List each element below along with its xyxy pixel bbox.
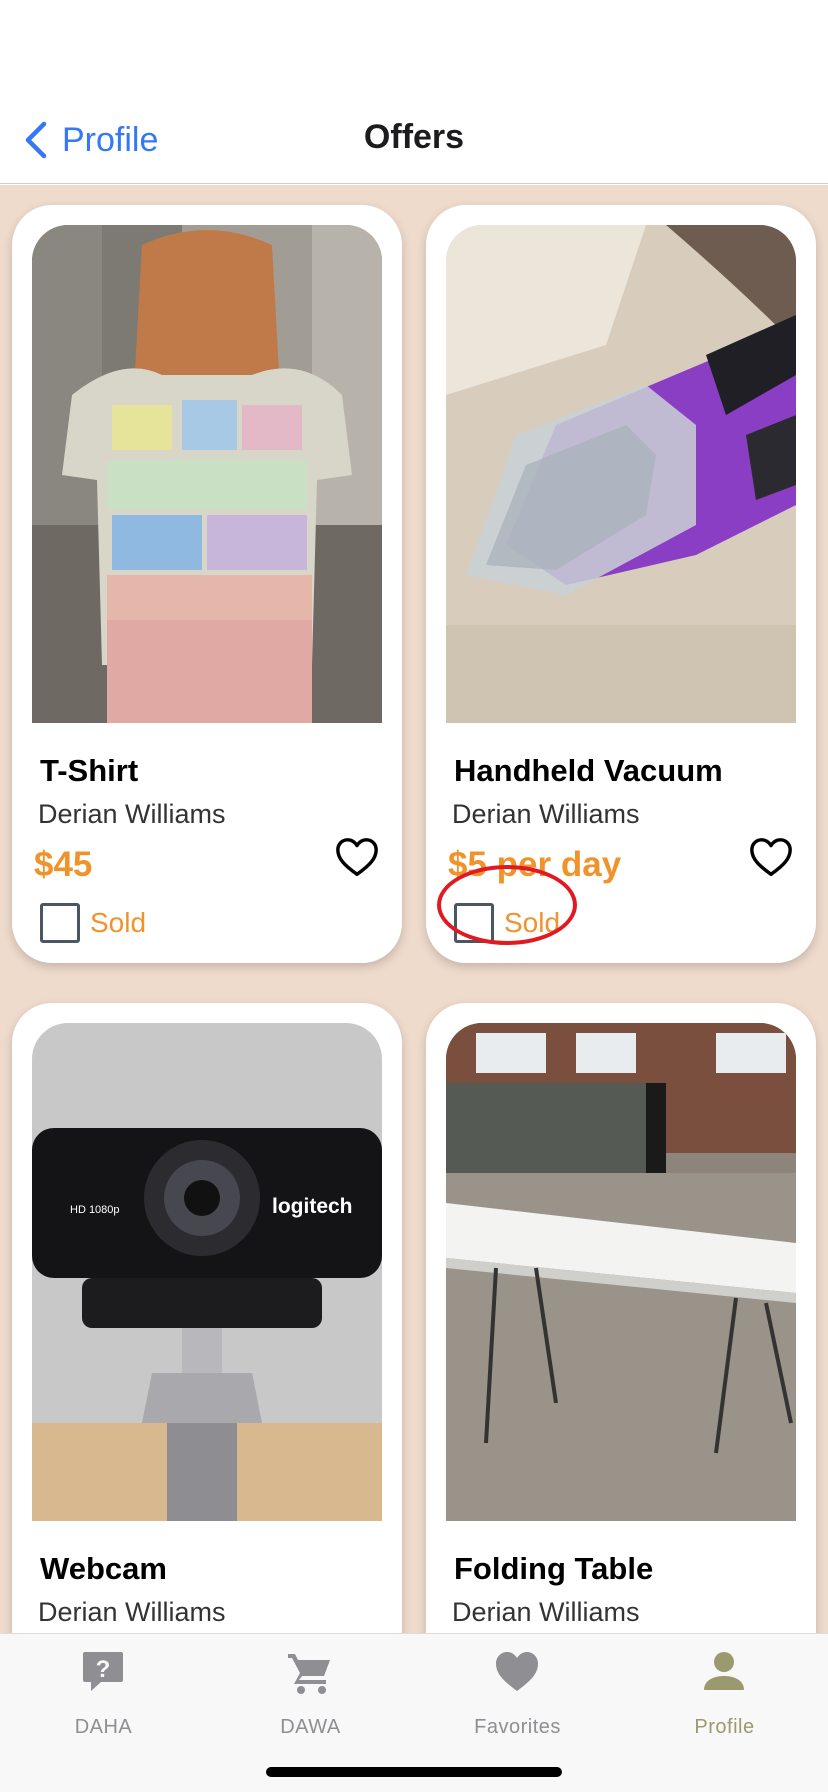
offer-photo-tshirt — [32, 225, 382, 723]
sold-checkbox[interactable] — [40, 903, 80, 943]
sold-toggle[interactable]: Sold — [40, 903, 146, 943]
webcam-brand-print: logitech — [272, 1195, 353, 1218]
offer-card-folding-table[interactable]: Folding Table Derian Williams — [426, 1003, 816, 1633]
offer-name: T-Shirt — [40, 753, 139, 788]
person-icon — [704, 1652, 744, 1690]
tab-favorites[interactable]: Favorites — [414, 1634, 621, 1754]
offer-seller: Derian Williams — [452, 1597, 640, 1627]
tab-dawa[interactable]: DAWA — [207, 1634, 414, 1754]
cart-icon — [288, 1654, 330, 1694]
sold-toggle[interactable]: Sold — [454, 903, 560, 943]
offer-name: Handheld Vacuum — [454, 753, 723, 788]
page-title: Offers — [363, 118, 465, 156]
offer-card-handheld-vacuum[interactable]: Handheld Vacuum Derian Williams $5 per d… — [426, 205, 816, 963]
offer-price: $45 — [34, 845, 93, 884]
tab-label: Profile — [694, 1716, 755, 1738]
offer-name: Folding Table — [454, 1551, 654, 1586]
heart-outline-icon[interactable] — [748, 835, 794, 881]
offer-card-tshirt[interactable]: T-Shirt Derian Williams $45 Sold — [12, 205, 402, 963]
home-indicator — [266, 1767, 562, 1777]
sold-label: Sold — [504, 907, 561, 938]
offer-photo-folding-table — [446, 1023, 796, 1521]
question-bubble-icon: ? — [83, 1652, 123, 1691]
webcam-resolution-print: HD 1080p — [70, 1204, 120, 1216]
svg-text:?: ? — [96, 1656, 111, 1683]
nav-bar: Profile Offers — [0, 0, 828, 184]
offers-grid[interactable]: T-Shirt Derian Williams $45 Sold Handhel… — [0, 185, 828, 1633]
offer-photo-webcam: HD 1080p logitech — [32, 1023, 382, 1521]
offer-seller: Derian Williams — [38, 799, 226, 829]
tab-daha[interactable]: ? DAHA — [0, 1634, 207, 1754]
offer-seller: Derian Williams — [38, 1597, 226, 1627]
heart-icon — [496, 1652, 538, 1691]
offer-name: Webcam — [40, 1551, 167, 1586]
tab-label: DAWA — [280, 1716, 341, 1738]
offer-card-webcam[interactable]: HD 1080p logitech Webcam Derian Williams — [12, 1003, 402, 1633]
tab-label: Favorites — [474, 1716, 561, 1738]
sold-checkbox[interactable] — [454, 903, 494, 943]
offer-seller: Derian Williams — [452, 799, 640, 829]
tab-profile[interactable]: Profile — [621, 1634, 828, 1754]
tab-label: DAHA — [74, 1716, 133, 1738]
offer-price: $5 per day — [448, 845, 622, 884]
sold-label: Sold — [90, 907, 147, 938]
offer-photo-handheld-vacuum — [446, 225, 796, 723]
heart-outline-icon[interactable] — [334, 835, 380, 881]
